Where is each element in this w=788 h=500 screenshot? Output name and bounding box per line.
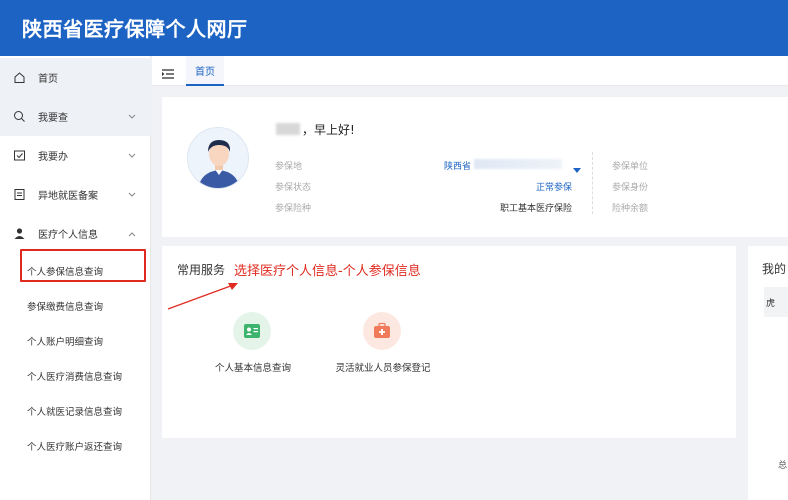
balance-label: 险种余额	[612, 204, 649, 214]
service-flexible-employment-registration[interactable]: 灵活就业人员参保登记	[313, 312, 453, 382]
document-icon	[12, 188, 26, 202]
sidebar-subitem-consumption-info[interactable]: 个人医疗消费信息查询	[0, 358, 151, 393]
sidebar-item-label: 医疗个人信息	[38, 230, 98, 241]
sidebar-item-label: 异地就医备案	[38, 191, 98, 202]
services-card: 常用服务 选择医疗个人信息-个人参保信息 个人基本信息查询 灵活就业人员参保登记	[162, 246, 736, 438]
chevron-up-icon	[127, 229, 137, 239]
service-personal-basic-info[interactable]: 个人基本信息查询	[183, 312, 323, 382]
insurance-type-label: 参保险种	[275, 204, 312, 214]
home-icon	[12, 71, 26, 85]
page: 陕西省医疗保障个人网厅 首页 我要查 我要办 异地就医备案 医疗个人信息 个人参…	[0, 0, 788, 500]
status-label: 参保状态	[275, 183, 312, 193]
right-panel-title: 我的	[762, 262, 787, 276]
annotation-highlight-box	[20, 249, 146, 282]
sidebar-subitem-label: 参保缴费信息查询	[27, 301, 104, 313]
sidebar-subitem-label: 个人医疗消费信息查询	[27, 371, 123, 383]
service-label: 灵活就业人员参保登记	[335, 363, 431, 374]
name-redacted	[276, 123, 300, 135]
checkbox-icon	[12, 149, 26, 163]
unit-label: 参保单位	[612, 162, 649, 172]
sidebar-subitem-label: 个人就医记录信息查询	[27, 406, 123, 418]
insurance-type-value: 职工基本医疗保险	[499, 204, 572, 214]
search-icon	[12, 110, 26, 124]
sidebar-subitem-account-refund[interactable]: 个人医疗账户返还查询	[0, 428, 151, 463]
medical-kit-icon	[363, 312, 401, 350]
greeting: ，早上好!	[302, 123, 355, 137]
right-panel-footer: 总	[778, 461, 788, 471]
sidebar-subitem-payment-info[interactable]: 参保缴费信息查询	[0, 288, 151, 323]
divider	[592, 152, 593, 214]
profile-card: ，早上好! 参保地 参保状态 参保险种 陕西省 正常参保 职工基本医疗保险 参保…	[162, 97, 788, 237]
sidebar-item-offsite-filing[interactable]: 异地就医备案	[0, 175, 151, 214]
right-panel-pill[interactable]: 虎	[764, 287, 788, 317]
id-card-icon	[233, 312, 271, 350]
right-panel-card: 我的 虎 总	[748, 246, 788, 500]
sidebar-subitem-account-detail[interactable]: 个人账户明细查询	[0, 323, 151, 358]
chevron-down-icon	[127, 151, 137, 161]
chevron-down-icon	[127, 190, 137, 200]
chevron-down-icon	[127, 112, 137, 122]
annotation-arrow	[167, 283, 238, 310]
sidebar-item-label: 首页	[38, 74, 58, 85]
sidebar-subitem-label: 个人账户明细查询	[27, 336, 104, 348]
sidebar-item-label: 我要办	[38, 152, 68, 163]
sidebar-subitem-visit-records[interactable]: 个人就医记录信息查询	[0, 393, 151, 428]
sidebar-item-label: 我要查	[38, 113, 68, 124]
identity-label: 参保身份	[612, 183, 649, 193]
status-value: 正常参保	[535, 183, 572, 193]
user-icon	[12, 227, 26, 241]
menu-toggle-icon[interactable]	[162, 65, 174, 79]
sidebar-item-todo[interactable]: 我要办	[0, 136, 151, 175]
sidebar-subitem-label: 个人医疗账户返还查询	[27, 441, 123, 453]
region-label: 参保地	[275, 162, 303, 172]
region-redacted	[474, 159, 562, 169]
app-title: 陕西省医疗保障个人网厅	[22, 17, 248, 41]
top-header: 陕西省医疗保障个人网厅	[0, 0, 788, 56]
region-value[interactable]: 陕西省	[444, 159, 471, 172]
caret-down-icon[interactable]	[573, 159, 581, 173]
sidebar: 首页 我要查 我要办 异地就医备案 医疗个人信息 个人参保信息查询 参保缴费信息…	[0, 56, 151, 500]
service-label: 个人基本信息查询	[214, 363, 291, 374]
avatar	[187, 127, 249, 189]
right-panel-pill-label: 虎	[766, 299, 776, 309]
tab-bar: 首页	[152, 56, 788, 86]
sidebar-item-personal-info[interactable]: 医疗个人信息	[0, 214, 151, 253]
sidebar-item-home[interactable]: 首页	[0, 58, 151, 97]
sidebar-item-query[interactable]: 我要查	[0, 97, 151, 136]
tab-home[interactable]: 首页	[186, 56, 224, 86]
